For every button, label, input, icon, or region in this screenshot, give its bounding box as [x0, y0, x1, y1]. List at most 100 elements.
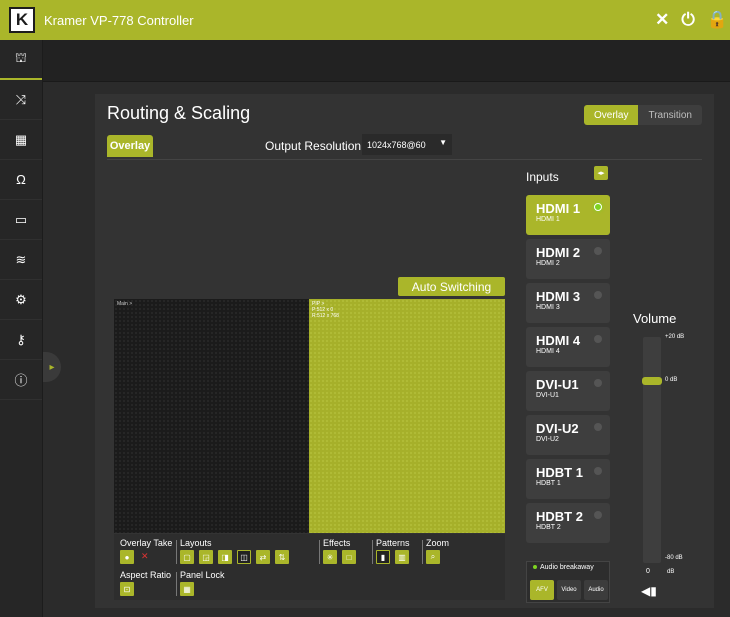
auto-switching-button[interactable]: Auto Switching [398, 277, 505, 296]
sub-bar [0, 40, 730, 82]
overlay-take-label: Overlay Take [120, 538, 173, 548]
pattern-icon[interactable]: ▦ [0, 120, 42, 160]
input-dvi-u2[interactable]: DVI-U2 DVI-U2 [526, 415, 610, 455]
status-dot-icon [533, 565, 537, 569]
aspect-ratio-group: Aspect Ratio ⊡ [120, 570, 171, 596]
output-resolution-select[interactable]: 1024x768@60 ▼ [362, 134, 452, 155]
input-hdbt-1[interactable]: HDBT 1 HDBT 1 [526, 459, 610, 499]
zoom-icon[interactable]: ⌕ [426, 550, 440, 564]
pip-window-preview[interactable]: PIP > P:512 x 0 R:512 x 768 [309, 299, 505, 533]
separator [372, 540, 373, 564]
signal-led-icon [594, 467, 602, 475]
separator [422, 540, 423, 564]
sidebar: ⛫ ⤨ ▦ Ω ▭ ≋ ⚙ ⚷ ⓘ [0, 40, 43, 617]
input-hdmi-3[interactable]: HDMI 3 HDMI 3 [526, 283, 610, 323]
input-hdmi-1[interactable]: HDMI 1 HDMI 1 [526, 195, 610, 235]
monitor-icon[interactable]: ▭ [0, 200, 42, 240]
audio-button[interactable]: Audio [584, 580, 608, 600]
layout-pip-icon[interactable]: ▢ [180, 550, 194, 564]
overlay-controls: Overlay Take ● ✕ Layouts ▢ ◲ ◨ ◫ ⇄ ⇅ Effects ✳… [114, 534, 505, 600]
headphones-icon[interactable]: Ω [0, 160, 42, 200]
signal-led-icon [594, 379, 602, 387]
volume-min-label: -80 dB [665, 555, 683, 561]
pattern-bars-icon[interactable]: ▮ [376, 550, 390, 564]
audio-mode-buttons: AFV Video Audio [530, 580, 608, 600]
audio-breakaway-label: Audio breakaway [533, 564, 594, 571]
layout-swap-icon[interactable]: ⇄ [256, 550, 270, 564]
inputs-title: Inputs [526, 170, 559, 184]
aspect-ratio-icon[interactable]: ⊡ [120, 582, 134, 596]
layout-corner-icon[interactable]: ◲ [199, 550, 213, 564]
afv-button[interactable]: AFV [530, 580, 554, 600]
input-hdbt-2[interactable]: HDBT 2 HDBT 2 [526, 503, 610, 543]
layout-flip-icon[interactable]: ⇅ [275, 550, 289, 564]
separator [176, 540, 177, 564]
output-resolution-label: Output Resolution [265, 139, 362, 153]
key-icon[interactable]: ⚷ [0, 320, 42, 360]
tools-icon[interactable]: ⚙ [0, 280, 42, 320]
volume-max-label: +20 dB [665, 334, 685, 340]
zoom-group: Zoom ⌕ [426, 538, 449, 564]
volume-value[interactable]: 0 [638, 568, 658, 575]
mode-transition-button[interactable]: Transition [638, 105, 702, 125]
chevron-down-icon: ▼ [439, 138, 447, 147]
layout-split-icon[interactable]: ◫ [237, 550, 251, 564]
volume-zero-label: 0 dB [665, 377, 678, 383]
input-subname: DVI-U2 [536, 436, 559, 443]
inputs-toggle-icon[interactable]: ◂▸ [594, 166, 608, 180]
separator [319, 540, 320, 564]
input-hdmi-4[interactable]: HDMI 4 HDMI 4 [526, 327, 610, 367]
top-icons: ✕ ⏻ 🔒 [655, 0, 730, 40]
info-icon[interactable]: ⓘ [0, 360, 42, 400]
signal-led-icon [594, 247, 602, 255]
sliders-icon[interactable]: ≋ [0, 240, 42, 280]
hierarchy-icon[interactable]: ⛫ [0, 40, 42, 80]
top-bar: K Kramer VP-778 Controller ✕ ⏻ 🔒 [0, 0, 730, 40]
fullscreen-icon[interactable]: ✕ [655, 10, 669, 30]
page-title: Routing & Scaling [107, 103, 251, 123]
volume-slider-handle[interactable] [642, 377, 662, 385]
effect-blank-icon[interactable]: □ [342, 550, 356, 564]
main-window-preview[interactable]: Main > [114, 299, 309, 533]
panel-lock-label: Panel Lock [180, 570, 225, 580]
signal-led-icon [594, 423, 602, 431]
layouts-group: Layouts ▢ ◲ ◨ ◫ ⇄ ⇅ [180, 538, 294, 564]
cancel-icon[interactable]: ✕ [141, 551, 149, 561]
app-title: Kramer VP-778 Controller [44, 12, 194, 28]
output-resolution-value: 1024x768@60 [367, 139, 426, 150]
speaker-icon[interactable]: ◀▮ [641, 584, 657, 598]
overlay-take-button[interactable]: ● [120, 550, 134, 564]
tab-overlay[interactable]: Overlay [107, 135, 153, 157]
volume-unit: dB [667, 569, 675, 575]
shuffle-icon[interactable]: ⤨ [0, 80, 42, 120]
volume-title: Volume [633, 311, 677, 326]
input-subname: DVI-U1 [536, 392, 559, 399]
effect-sparkle-icon[interactable]: ✳ [323, 550, 337, 564]
effects-label: Effects [323, 538, 351, 548]
main-window-label: Main > [117, 301, 133, 307]
keypad-icon[interactable]: ▦ [180, 582, 194, 596]
input-dvi-u1[interactable]: DVI-U1 DVI-U1 [526, 371, 610, 411]
sidebar-expand-icon[interactable]: ▸ [43, 352, 61, 382]
routing-panel: Routing & Scaling Overlay Transition Ove… [95, 94, 714, 608]
input-subname: HDBT 1 [536, 480, 561, 487]
mode-overlay-button[interactable]: Overlay [584, 105, 639, 125]
audio-breakaway-text: Audio breakaway [540, 564, 594, 571]
layout-right-icon[interactable]: ◨ [218, 550, 232, 564]
video-button[interactable]: Video [557, 580, 581, 600]
pattern-color-icon[interactable]: ▥ [395, 550, 409, 564]
panel-lock-group: Panel Lock ▦ [180, 570, 225, 596]
zoom-label: Zoom [426, 538, 450, 548]
volume-slider-track[interactable] [643, 337, 661, 563]
pip-label-resolution: R:512 x 768 [312, 313, 339, 319]
kramer-logo: K [9, 7, 35, 33]
layouts-label: Layouts [180, 538, 212, 548]
lock-icon[interactable]: 🔒 [707, 10, 728, 30]
power-icon[interactable]: ⏻ [681, 10, 694, 30]
input-subname: HDMI 2 [536, 260, 560, 267]
effects-group: Effects ✳ □ [323, 538, 361, 564]
signal-led-icon [594, 203, 602, 211]
signal-led-icon [594, 291, 602, 299]
input-subname: HDBT 2 [536, 524, 561, 531]
input-hdmi-2[interactable]: HDMI 2 HDMI 2 [526, 239, 610, 279]
